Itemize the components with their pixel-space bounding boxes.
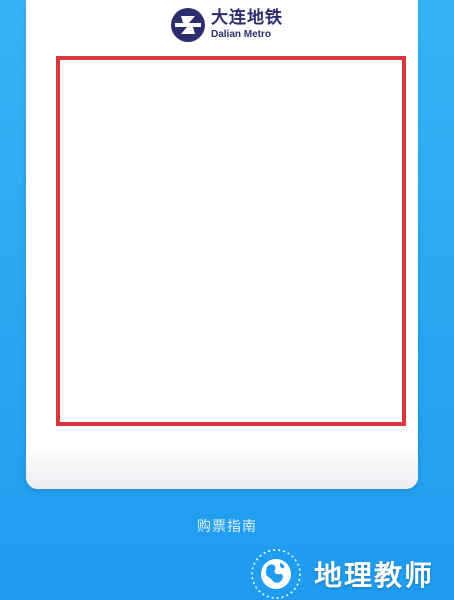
ticket-card: 大连地铁 Dalian Metro <box>26 0 418 489</box>
qr-code-area[interactable] <box>56 56 406 426</box>
card-footer <box>26 445 418 489</box>
watermark-text: 地理教师 <box>314 559 435 592</box>
globe-seal-icon <box>251 549 301 599</box>
dalian-metro-logo: 大连地铁 Dalian Metro <box>169 4 283 46</box>
watermark: 地理教师 <box>250 548 434 600</box>
brand-name-cn: 大连地铁 <box>211 8 283 28</box>
metro-logo-icon <box>171 8 205 42</box>
ticket-guide-link[interactable]: 购票指南 <box>0 516 454 536</box>
brand-name-en: Dalian Metro <box>211 29 272 40</box>
